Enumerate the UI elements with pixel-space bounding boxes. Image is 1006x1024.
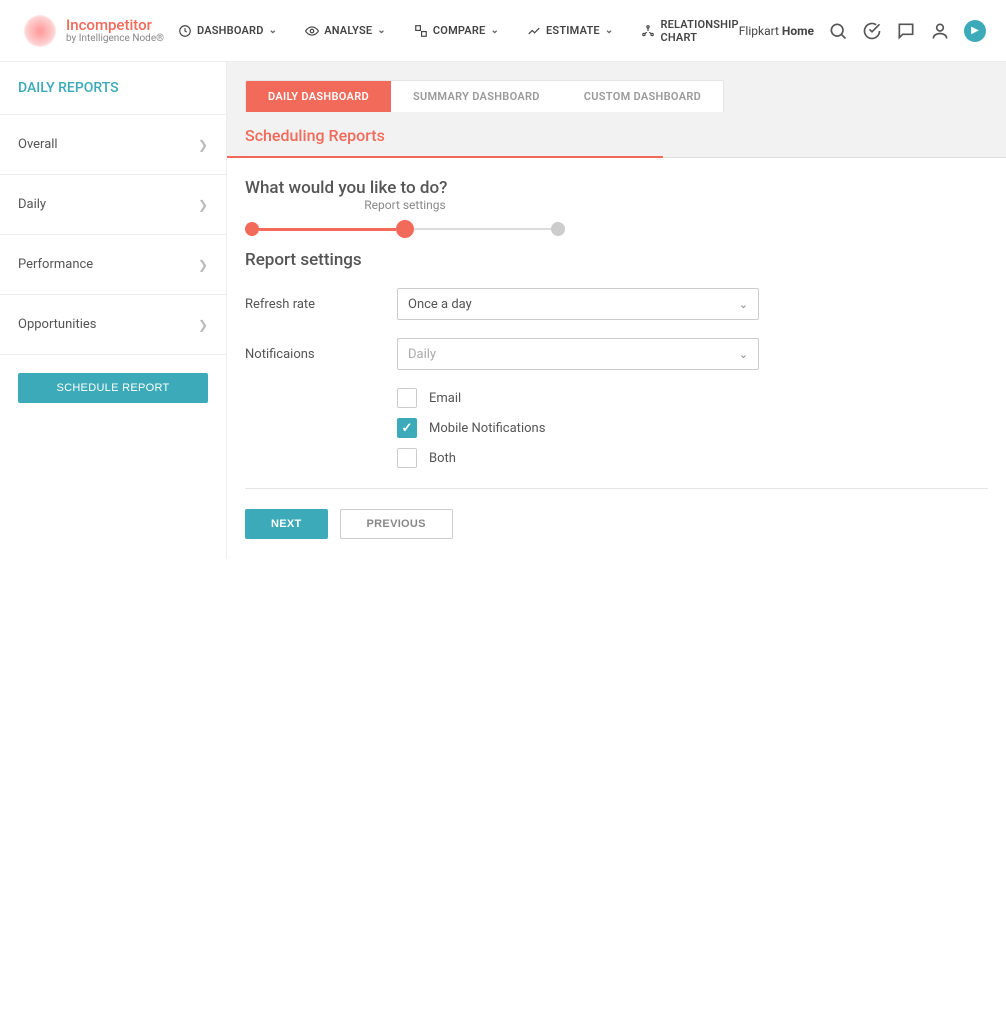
sidebar-item-overall[interactable]: Overall ❯ bbox=[0, 115, 226, 175]
estimate-icon bbox=[527, 24, 541, 38]
sidebar-item-daily[interactable]: Daily ❯ bbox=[0, 175, 226, 235]
content: What would you like to do? Report settin… bbox=[227, 158, 1006, 559]
refresh-rate-value: Once a day bbox=[408, 297, 472, 312]
check-row-email: Email bbox=[397, 388, 988, 408]
play-avatar-icon[interactable]: ▶ bbox=[964, 20, 986, 42]
comment-icon[interactable] bbox=[896, 21, 916, 41]
main: DAILY DASHBOARD SUMMARY DASHBOARD CUSTOM… bbox=[227, 62, 1006, 559]
check-label: Both bbox=[429, 451, 456, 466]
chevron-down-icon: ⌄ bbox=[739, 298, 748, 311]
chevron-down-icon: ⌄ bbox=[377, 25, 386, 36]
previous-button[interactable]: PREVIOUS bbox=[340, 509, 453, 539]
nav-label: ESTIMATE bbox=[546, 24, 600, 37]
notifications-value: Daily bbox=[408, 347, 436, 362]
tabs-bar: DAILY DASHBOARD SUMMARY DASHBOARD CUSTOM… bbox=[227, 62, 1006, 158]
page-title: Scheduling Reports bbox=[245, 112, 988, 157]
tab-custom-dashboard[interactable]: CUSTOM DASHBOARD bbox=[562, 81, 723, 112]
sidebar-item-label: Daily bbox=[18, 197, 46, 212]
step-dot-3[interactable] bbox=[551, 222, 565, 236]
dashboard-icon bbox=[178, 24, 192, 38]
tab-summary-dashboard[interactable]: SUMMARY DASHBOARD bbox=[391, 81, 562, 112]
nav-dashboard[interactable]: DASHBOARD ⌄ bbox=[178, 24, 277, 38]
chevron-right-icon: ❯ bbox=[198, 318, 208, 332]
step-label: Report settings bbox=[364, 198, 446, 212]
step-line-1 bbox=[259, 228, 396, 231]
chevron-down-icon: ⌄ bbox=[605, 25, 614, 36]
sidebar: DAILY REPORTS Overall ❯ Daily ❯ Performa… bbox=[0, 62, 227, 559]
sidebar-item-performance[interactable]: Performance ❯ bbox=[0, 235, 226, 295]
schedule-report-button[interactable]: SCHEDULE REPORT bbox=[18, 373, 208, 403]
sidebar-item-label: Overall bbox=[18, 137, 58, 152]
chevron-down-icon: ⌄ bbox=[490, 25, 499, 36]
nav-label: DASHBOARD bbox=[197, 24, 264, 37]
eye-icon bbox=[305, 24, 319, 38]
actions: NEXT PREVIOUS bbox=[245, 509, 988, 539]
tab-daily-dashboard[interactable]: DAILY DASHBOARD bbox=[246, 81, 391, 112]
checkbox-both[interactable] bbox=[397, 448, 417, 468]
search-icon[interactable] bbox=[828, 21, 848, 41]
active-tab-underline bbox=[227, 156, 663, 158]
form-row-refresh: Refresh rate Once a day ⌄ bbox=[245, 288, 988, 320]
network-icon bbox=[641, 24, 655, 38]
next-button[interactable]: NEXT bbox=[245, 509, 328, 539]
chevron-right-icon: ❯ bbox=[198, 198, 208, 212]
refresh-rate-label: Refresh rate bbox=[245, 297, 397, 312]
step-dot-1[interactable] bbox=[245, 222, 259, 236]
chevron-right-icon: ❯ bbox=[198, 138, 208, 152]
topnav: DASHBOARD ⌄ ANALYSE ⌄ COMPARE ⌄ ESTIMATE… bbox=[178, 18, 739, 44]
nav-compare[interactable]: COMPARE ⌄ bbox=[414, 24, 499, 38]
nav-relationship-chart[interactable]: RELATIONSHIP CHART bbox=[641, 18, 738, 44]
user-icon[interactable] bbox=[930, 21, 950, 41]
sidebar-item-opportunities[interactable]: Opportunities ❯ bbox=[0, 295, 226, 355]
nav-estimate[interactable]: ESTIMATE ⌄ bbox=[527, 24, 613, 38]
notification-checks: Email Mobile Notifications Both bbox=[397, 388, 988, 468]
logo-text: Incompetitor by Intelligence Node® bbox=[66, 17, 164, 45]
step-line-2 bbox=[414, 228, 551, 230]
check-label: Email bbox=[429, 391, 461, 406]
notifications-label: Notificaions bbox=[245, 347, 397, 362]
header-right: Flipkart Home ▶ bbox=[739, 20, 986, 42]
check-row-mobile: Mobile Notifications bbox=[397, 418, 988, 438]
logo[interactable]: Incompetitor by Intelligence Node® bbox=[24, 15, 178, 47]
check-label: Mobile Notifications bbox=[429, 421, 545, 436]
step-dot-2[interactable] bbox=[396, 220, 414, 238]
sidebar-item-label: Opportunities bbox=[18, 317, 96, 332]
check-row-both: Both bbox=[397, 448, 988, 468]
logo-tagline: by Intelligence Node® bbox=[66, 33, 164, 44]
chevron-down-icon: ⌄ bbox=[739, 348, 748, 361]
checkbox-email[interactable] bbox=[397, 388, 417, 408]
tabs: DAILY DASHBOARD SUMMARY DASHBOARD CUSTOM… bbox=[245, 80, 724, 112]
refresh-rate-select[interactable]: Once a day ⌄ bbox=[397, 288, 759, 320]
form-row-notifications: Notificaions Daily ⌄ bbox=[245, 338, 988, 370]
chevron-down-icon: ⌄ bbox=[269, 25, 278, 36]
account-label: Flipkart Home bbox=[739, 24, 814, 38]
header: Incompetitor by Intelligence Node® DASHB… bbox=[0, 0, 1006, 62]
section-heading: Report settings bbox=[245, 250, 988, 270]
logo-mark-icon bbox=[24, 15, 56, 47]
chevron-right-icon: ❯ bbox=[198, 258, 208, 272]
logo-title: Incompetitor bbox=[66, 17, 164, 34]
nav-analyse[interactable]: ANALYSE ⌄ bbox=[305, 24, 386, 38]
sidebar-item-label: Performance bbox=[18, 257, 93, 272]
compare-icon bbox=[414, 24, 428, 38]
divider bbox=[245, 488, 988, 489]
stepper: Report settings bbox=[245, 220, 565, 238]
checkbox-mobile[interactable] bbox=[397, 418, 417, 438]
prompt-heading: What would you like to do? bbox=[245, 178, 988, 198]
nav-label: RELATIONSHIP CHART bbox=[660, 18, 738, 44]
nav-label: ANALYSE bbox=[324, 24, 372, 37]
notifications-select[interactable]: Daily ⌄ bbox=[397, 338, 759, 370]
chat-check-icon[interactable] bbox=[862, 21, 882, 41]
nav-label: COMPARE bbox=[433, 24, 486, 37]
sidebar-title: DAILY REPORTS bbox=[0, 62, 226, 115]
